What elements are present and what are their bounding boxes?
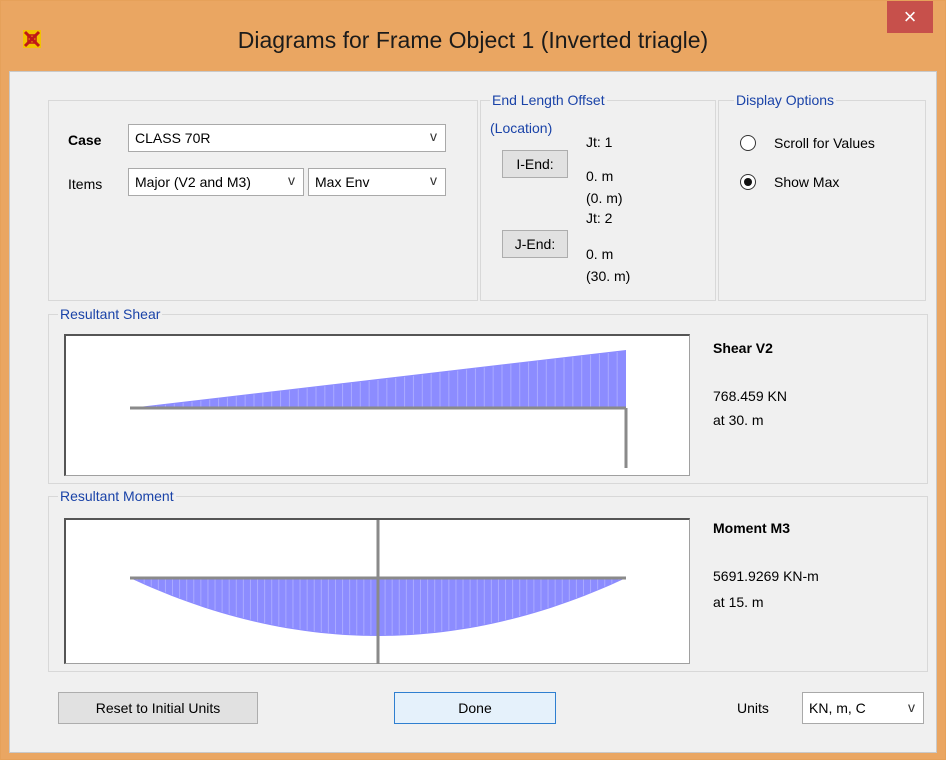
envelope-select[interactable]: Max Env v (308, 168, 446, 196)
shear-diagram (64, 334, 690, 476)
window-title: Diagrams for Frame Object 1 (Inverted tr… (237, 27, 709, 53)
chevron-down-icon: v (908, 699, 915, 715)
reset-units-button[interactable]: Reset to Initial Units (58, 692, 258, 724)
moment-title: Moment M3 (713, 520, 790, 536)
j-end-location: (30. m) (586, 268, 631, 284)
case-label: Case (68, 132, 102, 148)
resultant-moment-label: Resultant Moment (58, 488, 176, 504)
moment-diagram-svg (130, 520, 626, 664)
display-options-group (718, 100, 926, 301)
j-end-button[interactable]: J-End: (502, 230, 568, 258)
units-label: Units (737, 700, 769, 716)
j-end-offset: 0. m (586, 246, 614, 262)
scroll-for-values-label[interactable]: Scroll for Values (774, 135, 875, 151)
moment-max-location: at 15. m (713, 594, 764, 610)
resultant-shear-label: Resultant Shear (58, 306, 163, 322)
shear-title: Shear V2 (713, 340, 773, 356)
moment-diagram (64, 518, 690, 664)
chevron-down-icon: v (430, 172, 437, 188)
case-select[interactable]: CLASS 70R v (128, 124, 446, 152)
items-select[interactable]: Major (V2 and M3) v (128, 168, 304, 196)
location-label: (Location) (490, 120, 553, 136)
scroll-for-values-radio[interactable] (740, 135, 756, 151)
done-button[interactable]: Done (394, 692, 556, 724)
items-label: Items (68, 176, 103, 192)
close-button[interactable]: × (887, 1, 933, 33)
units-select[interactable]: KN, m, C v (802, 692, 924, 724)
chevron-down-icon: v (288, 172, 295, 188)
dialog-window: Diagrams for Frame Object 1 (Inverted tr… (0, 0, 946, 760)
display-options-label: Display Options (734, 92, 837, 108)
j-end-joint: Jt: 2 (586, 210, 613, 226)
moment-max-value: 5691.9269 KN-m (713, 568, 819, 584)
shear-diagram-svg (130, 350, 628, 468)
show-max-radio[interactable] (740, 174, 756, 190)
show-max-label[interactable]: Show Max (774, 174, 839, 190)
i-end-location: (0. m) (586, 190, 623, 206)
i-end-offset: 0. m (586, 168, 614, 184)
i-end-joint: Jt: 1 (586, 134, 613, 150)
chevron-down-icon: v (430, 128, 437, 144)
close-icon: × (903, 4, 917, 29)
shear-max-value: 768.459 KN (713, 388, 787, 404)
i-end-button[interactable]: I-End: (502, 150, 568, 178)
title-bar[interactable]: Diagrams for Frame Object 1 (Inverted tr… (1, 1, 945, 71)
shear-max-location: at 30. m (713, 412, 764, 428)
end-length-offset-label: End Length Offset (490, 92, 607, 108)
dialog-client-area: Case CLASS 70R v Items Major (V2 and M3)… (9, 71, 937, 753)
